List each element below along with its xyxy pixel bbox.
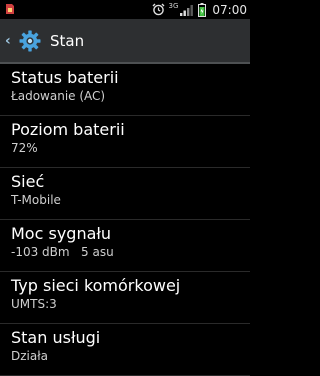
status-bar: 3G 07:00 bbox=[0, 0, 250, 19]
battery-charging-icon bbox=[198, 2, 207, 17]
settings-gear-icon[interactable] bbox=[18, 29, 42, 53]
list-item-value: T-Mobile bbox=[11, 193, 61, 207]
network-type-label: 3G bbox=[168, 2, 179, 10]
list-item-title: Sieć bbox=[11, 172, 45, 191]
list-item-value: Ładowanie (AC) bbox=[11, 89, 106, 103]
list-item-value: 72% bbox=[11, 141, 38, 155]
signal-bars-icon bbox=[180, 4, 194, 16]
list-item-network-type: Typ sieci komórkowej UMTS:3 bbox=[0, 272, 250, 324]
action-bar: ‹ Stan bbox=[0, 19, 250, 64]
clock: 07:00 bbox=[212, 2, 247, 17]
list-item-value: UMTS:3 bbox=[11, 297, 57, 311]
list-item-battery-status: Status baterii Ładowanie (AC) bbox=[0, 64, 250, 116]
list-item-title: Moc sygnału bbox=[11, 224, 112, 243]
list-item-battery-level: Poziom baterii 72% bbox=[0, 116, 250, 168]
page-title: Stan bbox=[50, 31, 85, 50]
list-item-value: Działa bbox=[11, 349, 48, 363]
status-list: Status baterii Ładowanie (AC) Poziom bat… bbox=[0, 64, 250, 376]
list-item-title: Poziom baterii bbox=[11, 120, 125, 139]
list-item-title: Status baterii bbox=[11, 68, 119, 87]
list-item-service-state: Stan usługi Działa bbox=[0, 324, 250, 376]
list-item-signal-strength: Moc sygnału -103 dBm 5 asu bbox=[0, 220, 250, 272]
list-item-title: Typ sieci komórkowej bbox=[11, 276, 181, 295]
sim-card-icon bbox=[6, 4, 14, 14]
chevron-left-icon[interactable]: ‹ bbox=[5, 33, 15, 49]
alarm-clock-icon bbox=[152, 3, 165, 16]
list-item-value: -103 dBm 5 asu bbox=[11, 245, 114, 259]
list-item-title: Stan usługi bbox=[11, 328, 101, 347]
list-item-network: Sieć T-Mobile bbox=[0, 168, 250, 220]
